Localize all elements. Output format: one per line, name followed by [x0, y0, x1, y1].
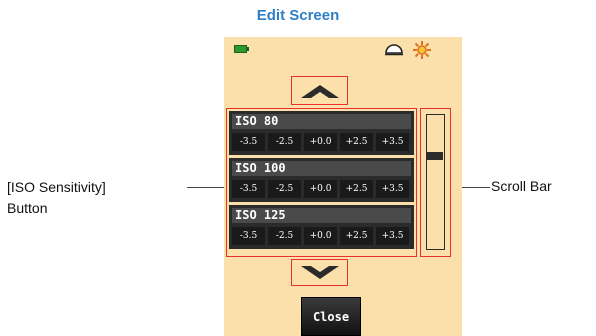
exposure-comp-value: +3.5	[376, 133, 409, 151]
exposure-comp-value: -2.5	[268, 133, 301, 151]
scroll-down-button[interactable]	[291, 259, 348, 286]
iso-row[interactable]: ISO 80 -3.5 -2.5 +0.0 +2.5 +3.5	[229, 111, 414, 155]
exposure-comp-value: +2.5	[340, 133, 373, 151]
exposure-comp-value: +0.0	[304, 180, 337, 198]
exposure-comp-value: +2.5	[340, 227, 373, 245]
iso-list: ISO 80 -3.5 -2.5 +0.0 +2.5 +3.5 ISO 100 …	[226, 108, 417, 257]
scroll-thumb[interactable]	[427, 152, 443, 160]
scroll-track[interactable]	[426, 114, 445, 250]
exposure-comp-value: -2.5	[268, 180, 301, 198]
exposure-comp-value: +2.5	[340, 180, 373, 198]
scroll-bar-callout: Scroll Bar	[491, 178, 552, 194]
exposure-comp-value: -3.5	[232, 180, 265, 198]
exposure-comp-value: +3.5	[376, 227, 409, 245]
sun-icon	[413, 41, 431, 59]
iso-sensitivity-button[interactable]: ISO 100	[232, 161, 411, 176]
iso-sensitivity-button[interactable]: ISO 80	[232, 114, 411, 129]
iso-row[interactable]: ISO 125 -3.5 -2.5 +0.0 +2.5 +3.5	[229, 205, 414, 249]
chevron-up-icon	[300, 84, 339, 98]
iso-button-callout-line2: Button	[7, 200, 48, 216]
exposure-comp-value: -2.5	[268, 227, 301, 245]
iso-sensitivity-button[interactable]: ISO 125	[232, 208, 411, 223]
device-screen: ISO 80 -3.5 -2.5 +0.0 +2.5 +3.5 ISO 100 …	[224, 37, 462, 336]
exposure-comp-value: -3.5	[232, 227, 265, 245]
scroll-bar[interactable]	[420, 108, 451, 257]
exposure-comp-value: +3.5	[376, 180, 409, 198]
dome-icon	[385, 44, 403, 56]
page-title: Edit Screen	[256, 7, 340, 24]
exposure-comp-value: -3.5	[232, 133, 265, 151]
scroll-up-button[interactable]	[291, 76, 348, 105]
exposure-comp-value: +0.0	[304, 227, 337, 245]
close-button[interactable]: Close	[301, 297, 361, 336]
battery-icon	[234, 45, 249, 53]
iso-button-callout-line1: [ISO Sensitivity]	[7, 179, 106, 195]
exposure-comp-value: +0.0	[304, 133, 337, 151]
iso-row[interactable]: ISO 100 -3.5 -2.5 +0.0 +2.5 +3.5	[229, 158, 414, 202]
iso-button-leader-line	[187, 187, 227, 188]
chevron-down-icon	[300, 265, 339, 279]
iso-button-callout: [ISO Sensitivity] Button	[7, 177, 106, 219]
